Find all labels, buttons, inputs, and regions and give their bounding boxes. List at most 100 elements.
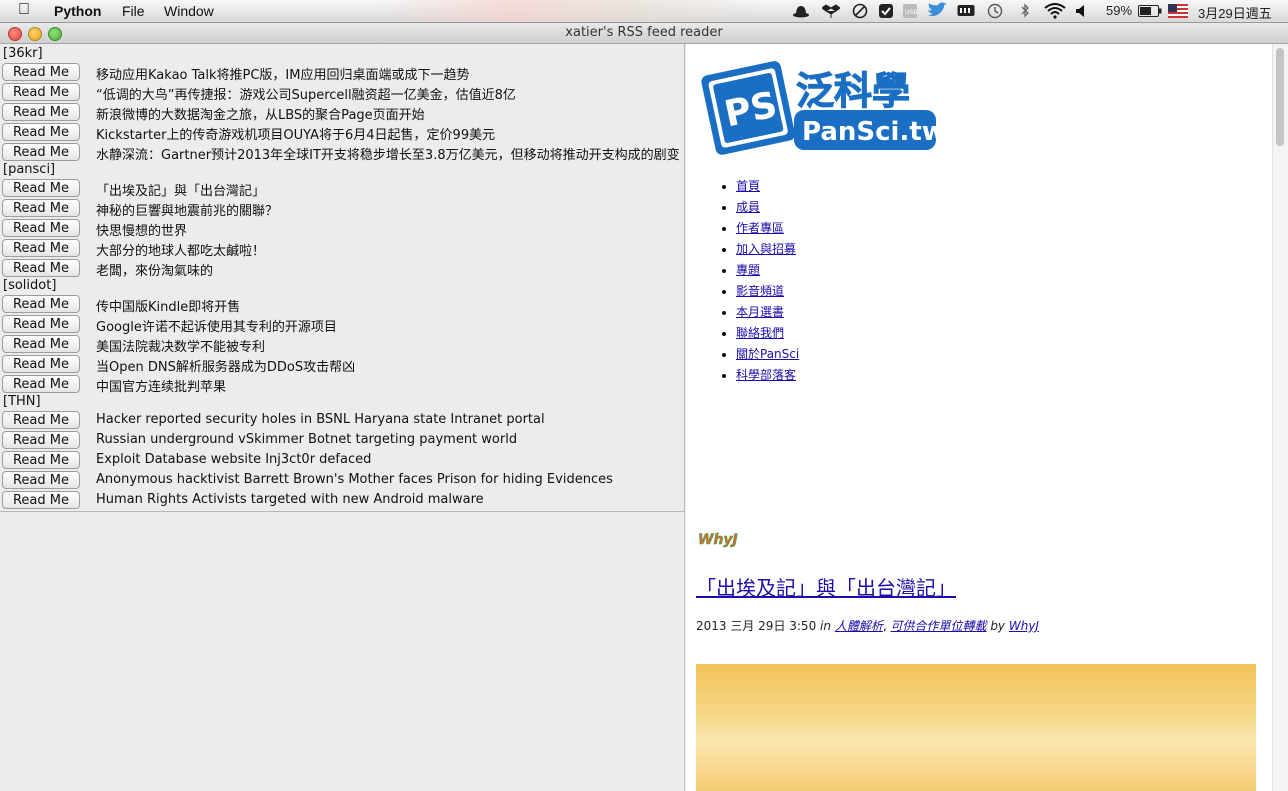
empty-panel-area — [0, 512, 685, 791]
nav-item: 本月選書 — [736, 302, 799, 323]
post-hero-image — [696, 664, 1256, 791]
article-title: 美国法院裁决数学不能被专利 — [96, 340, 266, 355]
category-link-anatomy[interactable]: 人體解析 — [835, 619, 883, 633]
article-row: Read Me Google许诺不起诉使用其专利的开源项目 — [0, 314, 684, 335]
post-date: 2013 三月 29日 3:50 — [696, 619, 817, 633]
article-title: 传中国版Kindle即将开售 — [96, 300, 241, 315]
read-me-button[interactable]: Read Me — [2, 295, 80, 313]
read-me-button[interactable]: Read Me — [2, 451, 80, 469]
read-me-button[interactable]: Read Me — [2, 411, 80, 429]
time-machine-icon[interactable] — [987, 3, 1003, 19]
battery-icon[interactable] — [1138, 5, 1162, 17]
nav-link[interactable]: 作者專區 — [736, 221, 784, 235]
article-title: “低调的大鸟”再传捷报：游戏公司Supercell融资超一亿美金，估值近8亿 — [96, 88, 516, 103]
nav-item: 作者專區 — [736, 218, 799, 239]
scroll-thumb[interactable] — [1276, 48, 1284, 146]
article-row: Read Me 水静深流：Gartner预计2013年全球IT开支将稳步增长至3.… — [0, 142, 684, 163]
nav-link[interactable]: 本月選書 — [736, 305, 784, 319]
read-me-button[interactable]: Read Me — [2, 219, 80, 237]
read-me-button[interactable]: Read Me — [2, 83, 80, 101]
post-by-label: by — [990, 619, 1006, 633]
article-row: Read Me 「出埃及記」與「出台灣記」 — [0, 178, 684, 199]
nav-item: 成員 — [736, 197, 799, 218]
category-link-repost[interactable]: 可供合作單位轉載 — [890, 619, 986, 633]
window-titlebar[interactable]: xatier's RSS feed reader — [0, 23, 1288, 44]
article-title: Kickstarter上的传奇游戏机项目OUYA将于6月4日起售，定价99美元 — [96, 128, 496, 143]
article-row: Read Me Kickstarter上的传奇游戏机项目OUYA将于6月4日起售，… — [0, 122, 684, 143]
nav-link[interactable]: 專題 — [736, 263, 760, 277]
article-title: Anonymous hacktivist Barrett Brown's Mot… — [96, 472, 613, 487]
wifi-icon[interactable] — [1044, 3, 1066, 19]
read-me-button[interactable]: Read Me — [2, 355, 80, 373]
us-flag-icon[interactable] — [1168, 4, 1188, 18]
nav-item: 專題 — [736, 260, 799, 281]
do-not-disturb-icon[interactable] — [852, 3, 868, 19]
menubar-clock[interactable]: 3月29日週五 — [1198, 3, 1272, 22]
menu-window[interactable]: Window — [164, 3, 214, 19]
read-me-button[interactable]: Read Me — [2, 199, 80, 217]
feed-list-panel: [36kr] Read Me 移动应用Kakao Talk将推PC版，IM应用回归桌… — [0, 44, 685, 512]
article-title: Google许诺不起诉使用其专利的开源项目 — [96, 320, 337, 335]
usb-drive-icon[interactable]: USB — [902, 3, 918, 19]
article-row: Read Me Russian underground vSkimmer Botn… — [0, 430, 684, 450]
read-me-button[interactable]: Read Me — [2, 315, 80, 333]
volume-icon[interactable] — [1075, 4, 1089, 18]
menu-file[interactable]: File — [122, 3, 145, 19]
read-me-button[interactable]: Read Me — [2, 375, 80, 393]
feed-label: [solidot] — [3, 278, 57, 293]
nav-link[interactable]: 關於PanSci — [736, 347, 799, 361]
read-me-button[interactable]: Read Me — [2, 259, 80, 277]
author-link[interactable]: WhyJ — [1009, 619, 1039, 633]
menu-app-python[interactable]: Python — [54, 3, 101, 19]
read-me-button[interactable]: Read Me — [2, 239, 80, 257]
article-row: Read Me Anonymous hacktivist Barrett Brow… — [0, 470, 684, 490]
dropbox-icon[interactable] — [822, 3, 840, 19]
read-me-button[interactable]: Read Me — [2, 63, 80, 81]
nav-link[interactable]: 成員 — [736, 200, 760, 214]
feed-label: [THN] — [3, 394, 41, 409]
article-title: 神秘的巨響與地震前兆的關聯？ — [96, 204, 279, 219]
site-nav: 首頁成員作者專區加入與招募專題影音頻道本月選書聯絡我們關於PanSci 科學部落客 — [736, 176, 799, 386]
apple-menu-icon[interactable]:  — [18, 1, 30, 19]
article-title: Russian underground vSkimmer Botnet targ… — [96, 432, 518, 447]
article-row: Read Me 美国法院裁决数学不能被专利 — [0, 334, 684, 355]
nav-link[interactable]: 影音頻道 — [736, 284, 784, 298]
logo-subtitle: PanSci.tw — [802, 117, 941, 147]
nav-item: 關於PanSci — [736, 344, 799, 365]
read-me-button[interactable]: Read Me — [2, 335, 80, 353]
article-title: 快思慢想的世界 — [96, 224, 188, 239]
read-me-button[interactable]: Read Me — [2, 491, 80, 509]
twitter-bird-icon[interactable] — [926, 2, 948, 20]
article-row: Read Me 新浪微博的大数据淘金之旅，从LBS的聚合Page页面开始 — [0, 102, 684, 123]
article-title: 水静深流：Gartner预计2013年全球IT开支将稳步增长至3.8万亿美元，但… — [96, 148, 680, 163]
bluetooth-icon[interactable] — [1020, 3, 1030, 19]
read-me-button[interactable]: Read Me — [2, 103, 80, 121]
nav-link[interactable]: 聯絡我們 — [736, 326, 784, 340]
nav-link[interactable]: 首頁 — [736, 179, 760, 193]
nav-link[interactable]: 科學部落客 — [736, 368, 796, 382]
read-me-button[interactable]: Read Me — [2, 471, 80, 489]
article-title: 当Open DNS解析服务器成为DDoS攻击帮凶 — [96, 360, 356, 375]
read-me-button[interactable]: Read Me — [2, 123, 80, 141]
monitor-meter-icon[interactable] — [957, 4, 975, 18]
post-title-link[interactable]: 「出埃及記」與「出台灣記」 — [696, 572, 956, 601]
bowler-hat-icon[interactable] — [792, 4, 810, 18]
article-title: 中国官方连续批判苹果 — [96, 380, 227, 395]
menu-bar:  Python File Window USB 59% 3月29日週五 — [0, 0, 1288, 23]
web-scrollbar[interactable] — [1272, 44, 1288, 791]
web-view[interactable]: PS 泛科學 PanSci.tw 首頁成員作者專區加入與招募專題影音頻道本月選書… — [686, 44, 1288, 791]
read-me-button[interactable]: Read Me — [2, 143, 80, 161]
read-me-button[interactable]: Read Me — [2, 431, 80, 449]
nav-link[interactable]: 加入與招募 — [736, 242, 796, 256]
article-row: Read Me 当Open DNS解析服务器成为DDoS攻击帮凶 — [0, 354, 684, 375]
article-title: 「出埃及記」與「出台灣記」 — [96, 184, 266, 199]
read-me-button[interactable]: Read Me — [2, 179, 80, 197]
battery-percent: 59% — [1106, 3, 1133, 18]
nav-item: 影音頻道 — [736, 281, 799, 302]
shield-check-icon[interactable] — [878, 3, 894, 19]
menubar-background-blur — [380, 0, 760, 22]
pansci-logo[interactable]: PS 泛科學 PanSci.tw — [696, 52, 946, 166]
whyj-logo[interactable]: WhyJ — [696, 524, 756, 554]
svg-text:USB: USB — [905, 9, 917, 16]
svg-text:WhyJ: WhyJ — [698, 532, 738, 548]
